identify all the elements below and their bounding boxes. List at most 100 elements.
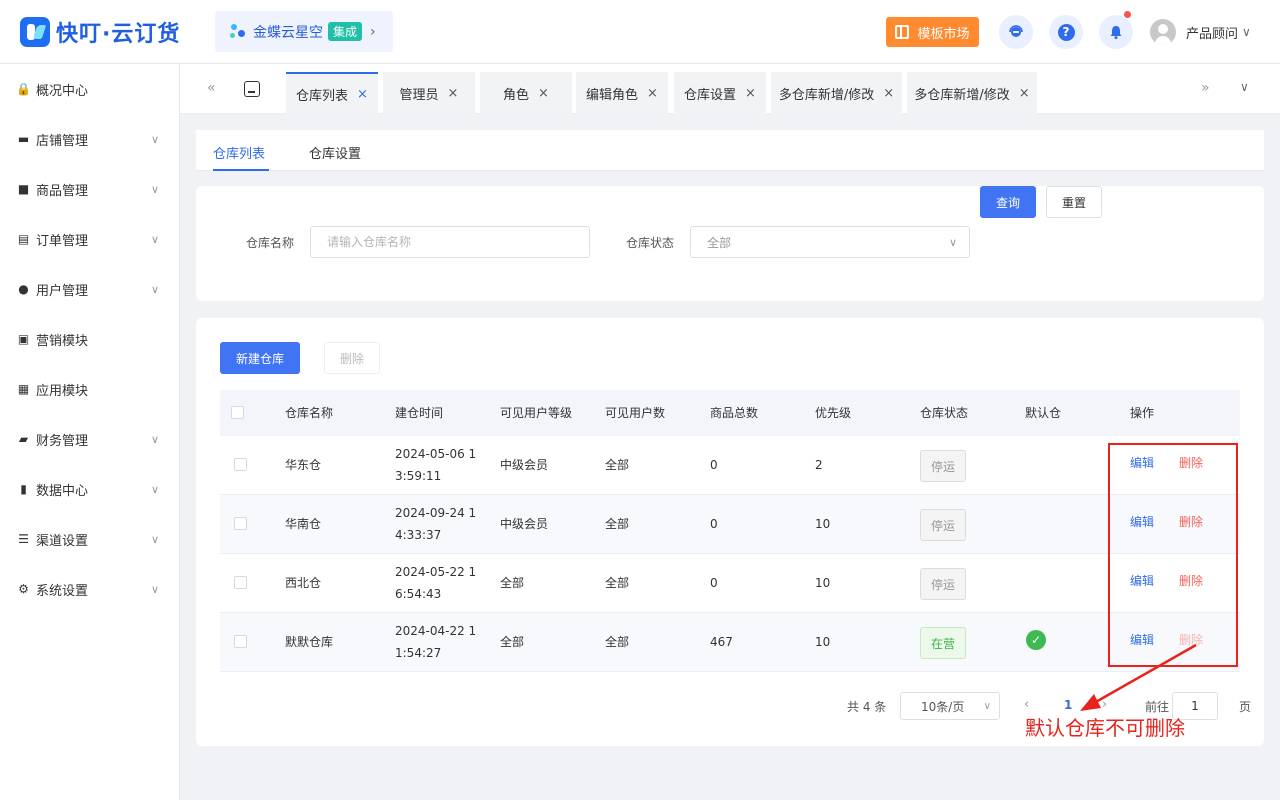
goods-total-cell: 0 bbox=[710, 576, 718, 590]
row-checkbox[interactable] bbox=[234, 458, 247, 471]
sidebar-item[interactable]: ▣ 营销模块 bbox=[0, 314, 180, 364]
tab-item[interactable]: 编辑角色 × bbox=[576, 72, 668, 114]
tabs-dropdown-icon[interactable]: ∨ bbox=[1240, 80, 1249, 94]
warehouse-name-cell: 华东仓 bbox=[285, 458, 322, 472]
row-checkbox[interactable] bbox=[234, 635, 247, 648]
subtab-warehouse-list[interactable]: 仓库列表 bbox=[213, 143, 265, 162]
sidebar-item-label: 应用模块 bbox=[36, 383, 89, 399]
sidebar-item[interactable]: ▮ 数据中心 ∨ bbox=[0, 464, 180, 514]
chevron-down-icon: ∨ bbox=[150, 582, 159, 596]
warehouse-status-select[interactable]: 全部 ∨ bbox=[690, 226, 970, 258]
annotation-text: 默认仓库不可删除 bbox=[1025, 716, 1185, 740]
sidebar-item-label: 渠道设置 bbox=[36, 533, 89, 549]
sidebar-item-label: 订单管理 bbox=[36, 233, 89, 249]
trend-icon: ▣ bbox=[17, 332, 30, 346]
user-icon: ● bbox=[18, 282, 29, 296]
sidebar-item[interactable]: ■ 商品管理 ∨ bbox=[0, 164, 180, 214]
close-icon[interactable]: × bbox=[883, 86, 894, 101]
row-checkbox[interactable] bbox=[234, 576, 247, 589]
sidebar-item-label: 营销模块 bbox=[36, 333, 89, 349]
sidebar: 🔒 概况中心 ▬ 店铺管理 ∨ ■ 商品管理 ∨ ▤ 订单管理 ∨ ● 用户管理 ∨ ▣ 营销模块 ▦ 应用模块 ▰… bbox=[0, 64, 180, 800]
sidebar-item[interactable]: ⚙ 系统设置 ∨ bbox=[0, 564, 180, 614]
page-suffix: 页 bbox=[1239, 700, 1252, 714]
app-logo[interactable]: 快叮·云订货 bbox=[20, 16, 180, 48]
notification-dot bbox=[1124, 11, 1131, 18]
tab-label: 编辑角色 bbox=[586, 87, 639, 103]
chevron-down-icon: ∨ bbox=[948, 235, 957, 249]
sidebar-item[interactable]: ▬ 店铺管理 ∨ bbox=[0, 114, 180, 164]
column-header: 默认仓 bbox=[1025, 406, 1062, 420]
sidebar-item[interactable]: ▤ 订单管理 ∨ bbox=[0, 214, 180, 264]
prev-page-icon[interactable]: ‹ bbox=[1024, 697, 1029, 712]
query-button[interactable]: 查询 bbox=[980, 186, 1036, 218]
priority-cell: 10 bbox=[815, 576, 831, 590]
chevron-down-icon: ∨ bbox=[150, 132, 159, 146]
template-market-button[interactable]: 模板市场 bbox=[886, 17, 979, 47]
close-icon[interactable]: × bbox=[647, 86, 658, 101]
goods-total-cell: 0 bbox=[710, 517, 718, 531]
warehouse-name-input[interactable] bbox=[310, 226, 590, 258]
select-all-checkbox[interactable] bbox=[231, 406, 244, 419]
warehouse-name-cell: 西北仓 bbox=[285, 576, 322, 590]
column-header: 可见用户等级 bbox=[500, 406, 573, 420]
reset-button[interactable]: 重置 bbox=[1046, 186, 1102, 218]
column-header: 操作 bbox=[1130, 406, 1155, 420]
tab-item[interactable]: 角色 × bbox=[480, 72, 572, 114]
close-icon[interactable]: × bbox=[357, 87, 368, 102]
sidebar-item[interactable]: ● 用户管理 ∨ bbox=[0, 264, 180, 314]
column-header: 仓库名称 bbox=[285, 406, 334, 420]
tab-label: 管理员 bbox=[399, 87, 439, 103]
user-name: 产品顾问 bbox=[1186, 26, 1239, 42]
tabs-scroll-left-icon[interactable]: « bbox=[207, 80, 216, 96]
chevron-down-icon: ∨ bbox=[983, 700, 991, 712]
kingdee-logo-icon bbox=[229, 23, 247, 41]
help-glyph: ? bbox=[1057, 23, 1075, 41]
sidebar-item[interactable]: ▰ 财务管理 ∨ bbox=[0, 414, 180, 464]
customer-service-icon[interactable] bbox=[999, 15, 1033, 49]
tabs-scroll-right-icon[interactable]: » bbox=[1201, 80, 1210, 96]
tab-item[interactable]: 多仓库新增/修改 × bbox=[771, 72, 902, 114]
gear-icon: ⚙ bbox=[18, 582, 29, 596]
tab-label: 多仓库新增/修改 bbox=[914, 87, 1010, 103]
help-icon[interactable]: ? bbox=[1049, 15, 1083, 49]
user-level-cell: 中级会员 bbox=[500, 458, 549, 472]
tab-label: 仓库设置 bbox=[684, 87, 737, 103]
user-menu[interactable]: 产品顾问 ∨ bbox=[1150, 19, 1251, 45]
erp-switcher[interactable]: 金蝶云星空 集成 › bbox=[215, 11, 393, 52]
warehouse-name-cell: 华南仓 bbox=[285, 517, 322, 531]
chevron-down-icon: ∨ bbox=[150, 182, 159, 196]
sidebar-item-label: 系统设置 bbox=[36, 583, 89, 599]
home-icon[interactable] bbox=[244, 81, 260, 97]
chevron-right-icon: › bbox=[370, 23, 376, 40]
column-header: 建仓时间 bbox=[395, 406, 444, 420]
warehouse-name-cell: 默默仓库 bbox=[285, 635, 334, 649]
subtab-warehouse-settings[interactable]: 仓库设置 bbox=[309, 143, 361, 162]
sidebar-item[interactable]: 🔒 概况中心 bbox=[0, 64, 180, 114]
store-icon: ▬ bbox=[17, 132, 30, 146]
close-icon[interactable]: × bbox=[538, 86, 549, 101]
priority-cell: 10 bbox=[815, 635, 831, 649]
tab-item[interactable]: 仓库列表 × bbox=[286, 72, 378, 114]
tab-item[interactable]: 多仓库新增/修改 × bbox=[907, 72, 1037, 114]
priority-cell: 2 bbox=[815, 458, 823, 472]
new-warehouse-button[interactable]: 新建仓库 bbox=[220, 342, 300, 374]
row-checkbox[interactable] bbox=[234, 517, 247, 530]
created-time-cell: 2024-09-24 14:33:37 bbox=[395, 506, 477, 542]
created-time-cell: 2024-04-22 11:54:27 bbox=[395, 624, 477, 660]
close-icon[interactable]: × bbox=[745, 86, 756, 101]
warehouse-name-label: 仓库名称 bbox=[246, 236, 295, 250]
close-icon[interactable]: × bbox=[448, 86, 459, 101]
batch-delete-button[interactable]: 删除 bbox=[324, 342, 380, 374]
tab-label: 仓库列表 bbox=[296, 88, 349, 104]
tab-item[interactable]: 管理员 × bbox=[383, 72, 475, 114]
page-size-select[interactable]: 10条/页 ∨ bbox=[900, 692, 1000, 720]
briefcase-icon: ■ bbox=[17, 182, 30, 196]
close-icon[interactable]: × bbox=[1019, 86, 1030, 101]
page-number-1[interactable]: 1 bbox=[1064, 698, 1072, 712]
sidebar-item[interactable]: ☰ 渠道设置 ∨ bbox=[0, 514, 180, 564]
tab-item[interactable]: 仓库设置 × bbox=[674, 72, 766, 114]
clipboard-icon: ▤ bbox=[17, 232, 30, 246]
next-page-icon[interactable]: › bbox=[1102, 697, 1107, 712]
notification-bell-icon[interactable] bbox=[1099, 11, 1133, 49]
sidebar-item[interactable]: ▦ 应用模块 bbox=[0, 364, 180, 414]
